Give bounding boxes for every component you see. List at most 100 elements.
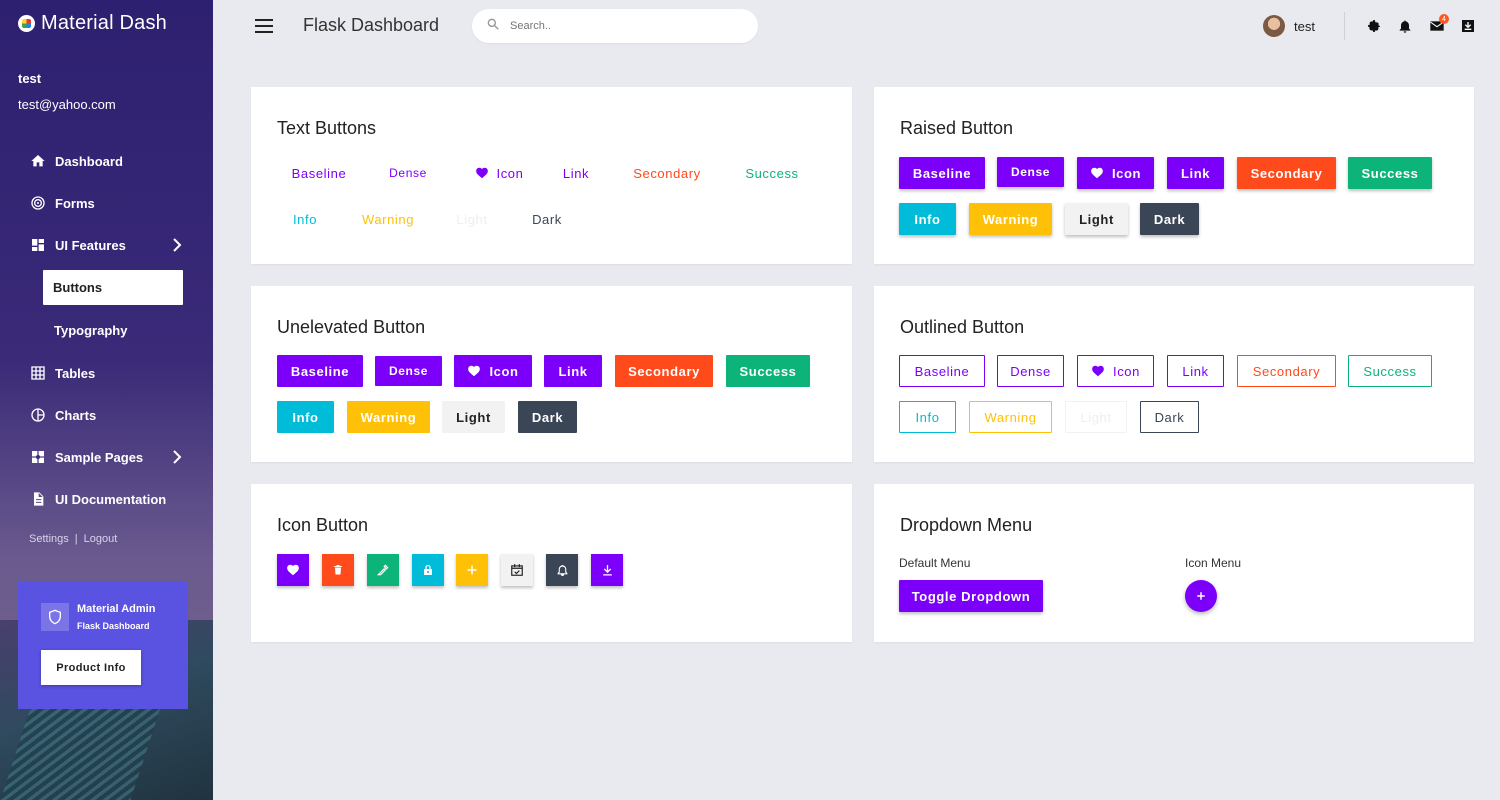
sidebar-item-ui-features[interactable]: UI Features bbox=[0, 224, 213, 266]
topbar-user-name[interactable]: test bbox=[1294, 19, 1315, 34]
light-outlined-button[interactable]: Light bbox=[1065, 401, 1127, 433]
sidebar-item-dashboard[interactable]: Dashboard bbox=[0, 140, 213, 182]
brand-logo-icon bbox=[18, 15, 35, 32]
menu-icon[interactable] bbox=[255, 19, 273, 33]
forms-icon bbox=[30, 195, 46, 211]
delete-icon-button[interactable] bbox=[322, 554, 354, 586]
heart-icon bbox=[1092, 365, 1104, 377]
search-bar[interactable] bbox=[472, 9, 758, 43]
card-title: Dropdown Menu bbox=[900, 515, 1033, 535]
sidebar: Material Dash test test@yahoo.com Dashbo… bbox=[0, 0, 213, 800]
card-title: Icon Button bbox=[277, 515, 369, 535]
info-raised-button[interactable]: Info bbox=[899, 203, 956, 235]
button-label: Icon bbox=[1113, 363, 1140, 379]
promo-title: Material Admin bbox=[77, 603, 156, 615]
button-label: Icon bbox=[496, 165, 524, 181]
warning-unelevated-button[interactable]: Warning bbox=[347, 401, 430, 433]
eyedropper-icon bbox=[376, 564, 389, 576]
heart-icon bbox=[287, 564, 299, 576]
outlined-buttons-card: Outlined Button Baseline Dense Icon Link… bbox=[874, 286, 1474, 462]
icon-outlined-button[interactable]: Icon bbox=[1077, 355, 1154, 387]
bell-icon[interactable] bbox=[1396, 17, 1413, 34]
search-input[interactable] bbox=[510, 20, 730, 32]
baseline-text-button[interactable]: Baseline bbox=[277, 157, 361, 189]
promo-subtitle: Flask Dashboard bbox=[77, 621, 150, 631]
sidebar-item-forms[interactable]: Forms bbox=[0, 182, 213, 224]
text-buttons-card: Text Buttons Baseline Dense Icon Link Se… bbox=[251, 87, 852, 264]
baseline-unelevated-button[interactable]: Baseline bbox=[277, 355, 363, 387]
light-raised-button[interactable]: Light bbox=[1065, 203, 1128, 235]
add-icon-button[interactable] bbox=[456, 554, 488, 586]
default-menu-label: Default Menu bbox=[899, 556, 971, 570]
card-title: Raised Button bbox=[900, 118, 1014, 138]
sidebar-subitem-buttons[interactable]: Buttons bbox=[43, 270, 183, 305]
lock-icon-button[interactable] bbox=[412, 554, 444, 586]
baseline-outlined-button[interactable]: Baseline bbox=[899, 355, 985, 387]
secondary-raised-button[interactable]: Secondary bbox=[1237, 157, 1336, 189]
dark-unelevated-button[interactable]: Dark bbox=[518, 401, 577, 433]
secondary-outlined-button[interactable]: Secondary bbox=[1237, 355, 1336, 387]
product-info-button[interactable]: Product Info bbox=[41, 650, 141, 685]
icon-unelevated-button[interactable]: Icon bbox=[454, 355, 532, 387]
link-text-button[interactable]: Link bbox=[547, 157, 605, 189]
brand[interactable]: Material Dash bbox=[18, 12, 167, 35]
warning-text-button[interactable]: Warning bbox=[347, 203, 429, 235]
settings-link[interactable]: Settings bbox=[29, 533, 69, 545]
page-title: Flask Dashboard bbox=[303, 15, 440, 35]
success-text-button[interactable]: Success bbox=[727, 157, 817, 189]
bell-icon bbox=[557, 565, 567, 576]
secondary-unelevated-button[interactable]: Secondary bbox=[615, 355, 713, 387]
button-label: Icon bbox=[489, 363, 519, 379]
icon-text-button[interactable]: Icon bbox=[457, 157, 541, 189]
plus-icon bbox=[1197, 592, 1205, 600]
heart-icon bbox=[468, 365, 481, 377]
toggle-dropdown-button[interactable]: Toggle Dropdown bbox=[899, 580, 1043, 612]
dark-text-button[interactable]: Dark bbox=[517, 203, 577, 235]
sidebar-user-name: test bbox=[18, 71, 42, 86]
bell-icon-button[interactable] bbox=[546, 554, 578, 586]
dark-outlined-button[interactable]: Dark bbox=[1140, 401, 1199, 433]
sidebar-nav: Dashboard Forms UI Features Buttons Typo… bbox=[0, 140, 213, 520]
success-outlined-button[interactable]: Success bbox=[1348, 355, 1432, 387]
dense-raised-button[interactable]: Dense bbox=[997, 157, 1064, 187]
gear-icon[interactable] bbox=[1365, 17, 1382, 34]
link-separator: | bbox=[74, 533, 78, 545]
link-raised-button[interactable]: Link bbox=[1167, 157, 1224, 189]
calendar-icon-button[interactable] bbox=[501, 554, 533, 586]
light-text-button[interactable]: Light bbox=[441, 203, 503, 235]
sidebar-item-ui-documentation[interactable]: UI Documentation bbox=[0, 478, 213, 520]
download-icon[interactable] bbox=[1459, 17, 1476, 34]
sidebar-item-label: Sample Pages bbox=[55, 449, 144, 465]
light-unelevated-button[interactable]: Light bbox=[442, 401, 505, 433]
eyedropper-icon-button[interactable] bbox=[367, 554, 399, 586]
dense-text-button[interactable]: Dense bbox=[373, 157, 443, 189]
link-unelevated-button[interactable]: Link bbox=[544, 355, 602, 387]
link-outlined-button[interactable]: Link bbox=[1167, 355, 1224, 387]
icon-raised-button[interactable]: Icon bbox=[1077, 157, 1154, 189]
warning-raised-button[interactable]: Warning bbox=[969, 203, 1052, 235]
dense-outlined-button[interactable]: Dense bbox=[997, 355, 1064, 387]
warning-outlined-button[interactable]: Warning bbox=[969, 401, 1052, 433]
sidebar-item-charts[interactable]: Charts bbox=[0, 394, 213, 436]
info-outlined-button[interactable]: Info bbox=[899, 401, 956, 433]
sidebar-user-email: test@yahoo.com bbox=[18, 97, 116, 112]
chevron-right-icon bbox=[172, 450, 182, 464]
heart-icon-button[interactable] bbox=[277, 554, 309, 586]
dark-raised-button[interactable]: Dark bbox=[1140, 203, 1199, 235]
info-text-button[interactable]: Info bbox=[277, 203, 333, 235]
secondary-text-button[interactable]: Secondary bbox=[615, 157, 719, 189]
chevron-right-icon bbox=[172, 238, 182, 252]
baseline-raised-button[interactable]: Baseline bbox=[899, 157, 985, 189]
sidebar-item-tables[interactable]: Tables bbox=[0, 352, 213, 394]
success-raised-button[interactable]: Success bbox=[1348, 157, 1432, 189]
icon-menu-button[interactable] bbox=[1185, 580, 1217, 612]
info-unelevated-button[interactable]: Info bbox=[277, 401, 334, 433]
avatar[interactable] bbox=[1263, 15, 1285, 37]
download-icon-button[interactable] bbox=[591, 554, 623, 586]
dense-unelevated-button[interactable]: Dense bbox=[375, 356, 442, 386]
success-unelevated-button[interactable]: Success bbox=[726, 355, 810, 387]
sidebar-item-sample-pages[interactable]: Sample Pages bbox=[0, 436, 213, 478]
logout-link[interactable]: Logout bbox=[84, 533, 118, 545]
sidebar-subitem-typography[interactable]: Typography bbox=[0, 309, 213, 352]
unelevated-buttons-card: Unelevated Button Baseline Dense Icon Li… bbox=[251, 286, 852, 462]
